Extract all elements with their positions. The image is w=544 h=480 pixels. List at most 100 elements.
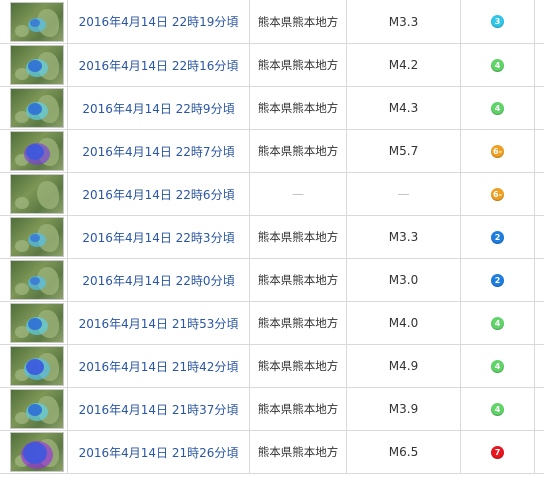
thumbnail-cell [0,173,68,215]
magnitude-cell: M6.5 [347,431,461,473]
intensity-map-thumbnail[interactable] [11,390,63,428]
magnitude-cell: — [347,173,461,215]
epicenter-cell: 熊本県熊本地方 [250,302,347,344]
occurrence-time-link[interactable]: 2016年4月14日 21時26分頃 [79,444,239,461]
earthquake-row[interactable]: 2016年4月14日 22時7分頃 熊本県熊本地方 M5.7 6- [0,130,544,173]
intensity-4-icon: 4 [491,402,504,416]
magnitude-cell: M4.0 [347,302,461,344]
magnitude-text: M4.2 [388,58,419,72]
intensity-map-thumbnail[interactable] [11,132,63,170]
time-cell: 2016年4月14日 21時53分頃 [68,302,250,344]
intensity-cell: 3 [461,0,535,43]
intensity-map-thumbnail[interactable] [11,2,63,41]
intensity-map-thumbnail[interactable] [11,89,63,127]
earthquake-row[interactable]: 2016年4月14日 22時3分頃 熊本県熊本地方 M3.3 2 [0,216,544,259]
thumbnail-cell [0,259,68,301]
intensity-map-thumbnail[interactable] [11,433,63,471]
time-cell: 2016年4月14日 22時6分頃 [68,173,250,215]
occurrence-time-link[interactable]: 2016年4月14日 21時53分頃 [79,315,239,332]
magnitude-cell: M3.3 [347,216,461,258]
epicenter-text: 熊本県熊本地方 [257,14,339,29]
magnitude-text: M4.0 [388,316,419,330]
magnitude-cell: M5.7 [347,130,461,172]
intensity-cell: 4 [461,388,535,430]
intensity-map-thumbnail[interactable] [11,347,63,385]
earthquake-row[interactable]: 2016年4月14日 21時53分頃 熊本県熊本地方 M4.0 4 [0,302,544,345]
intensity-map-thumbnail[interactable] [11,304,63,342]
occurrence-time-link[interactable]: 2016年4月14日 21時42分頃 [79,358,239,375]
earthquake-row[interactable]: 2016年4月14日 22時6分頃 — — 6- [0,173,544,216]
intensity-4-icon: 4 [491,316,504,330]
intensity-cell: 4 [461,44,535,86]
magnitude-text: M5.7 [388,144,419,158]
intensity-cell: 6- [461,130,535,172]
intensity-cell: 4 [461,87,535,129]
epicenter-text: 熊本県熊本地方 [257,58,339,72]
epicenter-text: 熊本県熊本地方 [257,445,339,459]
epicenter-text: 熊本県熊本地方 [257,316,339,330]
magnitude-text: M3.3 [388,14,419,29]
occurrence-time-link[interactable]: 2016年4月14日 22時7分頃 [82,143,234,160]
epicenter-cell: 熊本県熊本地方 [250,345,347,387]
earthquake-row[interactable]: 2016年4月14日 22時19分頃 熊本県熊本地方 M3.3 3 [0,0,544,44]
earthquake-row[interactable]: 2016年4月14日 22時16分頃 熊本県熊本地方 M4.2 4 [0,44,544,87]
epicenter-text: 熊本県熊本地方 [257,359,339,373]
intensity-cell: 6- [461,173,535,215]
intensity-3-icon: 3 [491,15,504,28]
earthquake-row[interactable]: 2016年4月14日 22時0分頃 熊本県熊本地方 M3.0 2 [0,259,544,302]
epicenter-cell: 熊本県熊本地方 [250,87,347,129]
intensity-cell: 2 [461,216,535,258]
epicenter-text: 熊本県熊本地方 [257,230,339,244]
thumbnail-cell [0,130,68,172]
thumbnail-cell [0,44,68,86]
intensity-map-thumbnail[interactable] [11,261,63,299]
intensity-map-thumbnail[interactable] [11,218,63,256]
thumbnail-cell [0,87,68,129]
occurrence-time-link[interactable]: 2016年4月14日 22時3分頃 [82,229,234,246]
magnitude-cell: M4.9 [347,345,461,387]
epicenter-cell: 熊本県熊本地方 [250,44,347,86]
epicenter-text: 熊本県熊本地方 [257,101,339,115]
occurrence-time-link[interactable]: 2016年4月14日 22時9分頃 [82,100,234,117]
time-cell: 2016年4月14日 22時9分頃 [68,87,250,129]
occurrence-time-link[interactable]: 2016年4月14日 22時16分頃 [79,57,239,74]
intensity-cell: 4 [461,302,535,344]
earthquake-row[interactable]: 2016年4月14日 21時26分頃 熊本県熊本地方 M6.5 7 [0,431,544,474]
magnitude-text: M6.5 [388,445,419,459]
time-cell: 2016年4月14日 21時42分頃 [68,345,250,387]
occurrence-time-link[interactable]: 2016年4月14日 21時37分頃 [79,401,239,418]
intensity-6-minus-icon: 6- [491,144,504,158]
time-cell: 2016年4月14日 21時26分頃 [68,431,250,473]
intensity-cell: 4 [461,345,535,387]
epicenter-text: 熊本県熊本地方 [257,273,339,287]
time-cell: 2016年4月14日 22時7分頃 [68,130,250,172]
magnitude-cell: M3.3 [347,0,461,43]
intensity-map-thumbnail[interactable] [11,175,63,213]
magnitude-cell: M3.9 [347,388,461,430]
intensity-cell: 2 [461,259,535,301]
earthquake-row[interactable]: 2016年4月14日 22時9分頃 熊本県熊本地方 M4.3 4 [0,87,544,130]
epicenter-text: 熊本県熊本地方 [257,402,339,416]
magnitude-text: M4.3 [388,101,419,115]
epicenter-cell: 熊本県熊本地方 [250,431,347,473]
magnitude-cell: M4.3 [347,87,461,129]
time-cell: 2016年4月14日 22時19分頃 [68,0,250,43]
occurrence-time-link[interactable]: 2016年4月14日 22時19分頃 [79,13,239,30]
intensity-6-minus-icon: 6- [491,187,504,201]
time-cell: 2016年4月14日 22時3分頃 [68,216,250,258]
intensity-map-thumbnail[interactable] [11,46,63,84]
thumbnail-cell [0,216,68,258]
occurrence-time-link[interactable]: 2016年4月14日 22時6分頃 [82,186,234,203]
epicenter-cell: 熊本県熊本地方 [250,130,347,172]
magnitude-cell: M4.2 [347,44,461,86]
intensity-2-icon: 2 [491,273,504,287]
intensity-4-icon: 4 [491,101,504,115]
occurrence-time-link[interactable]: 2016年4月14日 22時0分頃 [82,272,234,289]
earthquake-row[interactable]: 2016年4月14日 21時37分頃 熊本県熊本地方 M3.9 4 [0,388,544,431]
time-cell: 2016年4月14日 22時16分頃 [68,44,250,86]
epicenter-cell: 熊本県熊本地方 [250,0,347,43]
magnitude-text: M3.3 [388,230,419,244]
earthquake-row[interactable]: 2016年4月14日 21時42分頃 熊本県熊本地方 M4.9 4 [0,345,544,388]
thumbnail-cell [0,302,68,344]
thumbnail-cell [0,0,68,43]
